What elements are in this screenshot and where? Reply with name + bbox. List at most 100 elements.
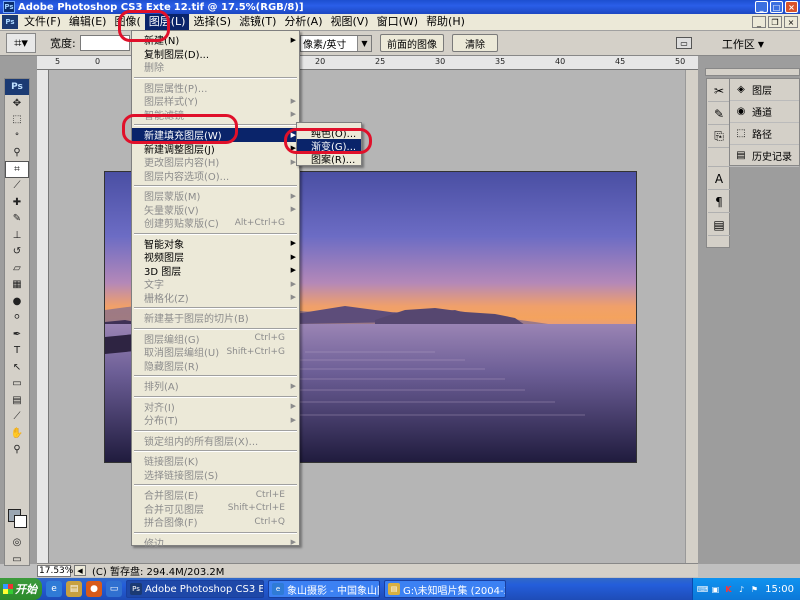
panel-layers[interactable]: ◈ 图层 [730, 79, 799, 101]
lasso-tool-icon[interactable]: ᐤ [5, 128, 29, 145]
tray-network-icon[interactable]: ▣ [710, 584, 721, 595]
clear-button[interactable]: 清除 [452, 34, 498, 52]
tools-presets-icon[interactable]: ✂ [708, 80, 730, 102]
tray-security-icon[interactable]: ⚑ [749, 584, 760, 595]
layer-menu-item[interactable]: 图层属性(P)... [132, 81, 299, 95]
layer-menu-item[interactable]: 修边 ▶ [132, 536, 299, 550]
layer-menu-item[interactable]: 智能对象 ▶ [132, 237, 299, 251]
layer-menu-item[interactable]: 合并可见图层 Shift+Ctrl+E [132, 502, 299, 516]
layer-menu-item[interactable]: 视频图层 ▶ [132, 250, 299, 265]
layer-menu-item[interactable]: 分布(T) ▶ [132, 413, 299, 428]
blur-tool-icon[interactable]: ● [5, 293, 29, 310]
menu-help[interactable]: 帮助(H) [422, 14, 469, 30]
layer-menu-item[interactable]: 隐藏图层(R) [132, 359, 299, 373]
brushes-icon[interactable]: ✎ [708, 103, 730, 125]
layer-menu-item[interactable]: 合并图层(E) Ctrl+E [132, 488, 299, 503]
doc-restore-button[interactable]: ❐ [768, 16, 782, 28]
clock[interactable]: 15:00 [765, 584, 794, 595]
app-menu-icon[interactable]: Ps [2, 15, 18, 29]
layer-menu-item[interactable]: 选择链接图层(S) [132, 468, 299, 482]
status-menu-icon[interactable]: ◀ [74, 565, 86, 576]
move-tool-icon[interactable]: ✥ [5, 95, 29, 112]
minimize-button[interactable]: _ [755, 1, 768, 13]
hand-tool-icon[interactable]: ✋ [5, 425, 29, 442]
path-selection-tool-icon[interactable]: ↖ [5, 359, 29, 376]
shape-tool-icon[interactable]: ▭ [5, 376, 29, 393]
tray-antivirus-icon[interactable]: K [723, 584, 734, 595]
gradient-tool-icon[interactable]: ▦ [5, 277, 29, 294]
layer-menu-item[interactable]: 栅格化(Z) ▶ [132, 291, 299, 305]
panel-channels[interactable]: ◉ 通道 [730, 101, 799, 123]
task-browser[interactable]: e 象山摄影 - 中国象山同... [268, 580, 380, 598]
layer-menu-item[interactable]: 拼合图像(F) Ctrl+Q [132, 515, 299, 530]
layer-comps-icon[interactable]: ▤ [708, 214, 730, 236]
brush-tool-icon[interactable]: ✎ [5, 211, 29, 228]
type-tool-icon[interactable]: T [5, 343, 29, 360]
layer-menu-item[interactable]: 文字 ▶ [132, 277, 299, 292]
healing-brush-tool-icon[interactable]: ✚ [5, 194, 29, 211]
layer-menu-item[interactable]: 图层蒙版(M) ▶ [132, 189, 299, 204]
quicklaunch-browser-icon[interactable]: e [46, 581, 62, 597]
pen-tool-icon[interactable]: ✒ [5, 326, 29, 343]
menu-filter[interactable]: 滤镜(T) [235, 14, 280, 30]
marquee-tool-icon[interactable]: ⬚ [5, 112, 29, 129]
menu-analysis[interactable]: 分析(A) [280, 14, 326, 30]
notes-tool-icon[interactable]: ▤ [5, 392, 29, 409]
tray-volume-icon[interactable]: ♪ [736, 584, 747, 595]
layer-menu-item[interactable]: 图层编组(G) Ctrl+G [132, 332, 299, 346]
background-color-swatch[interactable] [14, 515, 27, 528]
workspace-button[interactable]: 工作区 ▼ [722, 36, 764, 52]
vertical-ruler[interactable] [37, 70, 49, 563]
front-image-button[interactable]: 前面的图像 [380, 34, 444, 52]
menu-file[interactable]: 文件(F) [20, 14, 65, 30]
layer-menu-item[interactable]: 新建基于图层的切片(B) [132, 311, 299, 325]
layer-menu-item[interactable]: 排列(A) ▶ [132, 379, 299, 394]
quicklaunch-media-icon[interactable]: ● [86, 581, 102, 597]
layer-menu-item[interactable]: 取消图层编组(U) Shift+Ctrl+G [132, 345, 299, 360]
layer-menu-item[interactable]: 复制图层(D)... [132, 47, 299, 61]
dodge-tool-icon[interactable]: ⚪ [5, 310, 29, 327]
clone-stamp-tool-icon[interactable]: ⊥ [5, 227, 29, 244]
crop-tool-preset-icon[interactable]: ⌗▾ [6, 33, 36, 53]
layer-menu-item[interactable]: 锁定组内的所有图层(X)... [132, 434, 299, 448]
quicklaunch-desktop-icon[interactable]: ▭ [106, 581, 122, 597]
screen-mode-icon[interactable]: ▭ [5, 551, 29, 568]
maximize-button[interactable]: □ [770, 1, 783, 13]
layer-menu-item[interactable]: 矢量蒙版(V) ▶ [132, 203, 299, 217]
clone-source-icon[interactable]: ⎘ [708, 126, 730, 148]
close-button[interactable]: × [785, 1, 798, 13]
menu-window[interactable]: 窗口(W) [373, 14, 422, 30]
slice-tool-icon[interactable]: ⟋ [5, 178, 29, 195]
layer-menu-item[interactable]: 图层样式(Y) ▶ [132, 94, 299, 109]
menu-select[interactable]: 选择(S) [189, 14, 235, 30]
start-button[interactable]: 开始 [0, 578, 42, 600]
layer-menu-item[interactable]: 对齐(I) ▶ [132, 400, 299, 414]
doc-minimize-button[interactable]: _ [752, 16, 766, 28]
quicklaunch-explorer-icon[interactable]: ▤ [66, 581, 82, 597]
vertical-scrollbar[interactable] [685, 70, 698, 563]
task-folder[interactable]: ▤ G:\未知唱片集 (2004-3-... [384, 580, 506, 598]
task-photoshop[interactable]: Ps Adobe Photoshop CS3 E... [126, 580, 264, 598]
resolution-unit-select[interactable]: 像素/英寸 ▼ [300, 35, 372, 52]
layer-menu-item[interactable]: 删除 [132, 60, 299, 74]
menu-view[interactable]: 视图(V) [326, 14, 372, 30]
tray-lang-icon[interactable]: ⌨ [697, 584, 709, 595]
quick-mask-icon[interactable]: ◎ [5, 534, 29, 551]
layer-menu-item[interactable]: 3D 图层 ▶ [132, 264, 299, 278]
paragraph-icon[interactable]: ¶ [708, 191, 730, 213]
layer-menu-item[interactable]: 图层内容选项(O)... [132, 169, 299, 183]
character-icon[interactable]: A [708, 168, 730, 190]
history-brush-tool-icon[interactable]: ↺ [5, 244, 29, 261]
crop-tool-icon[interactable]: ⌗ [5, 161, 29, 178]
dock-header[interactable] [705, 68, 800, 76]
magic-wand-tool-icon[interactable]: ⚲ [5, 145, 29, 162]
eraser-tool-icon[interactable]: ▱ [5, 260, 29, 277]
panel-paths[interactable]: ⬚ 路径 [730, 123, 799, 145]
eyedropper-tool-icon[interactable]: ⟋ [5, 409, 29, 426]
menu-edit[interactable]: 编辑(E) [65, 14, 111, 30]
layer-menu-item[interactable]: 创建剪贴蒙版(C) Alt+Ctrl+G [132, 216, 299, 231]
zoom-tool-icon[interactable]: ⚲ [5, 442, 29, 459]
zoom-level-field[interactable]: 17.53% [37, 564, 73, 577]
panel-history[interactable]: ▤ 历史记录 [730, 145, 799, 167]
palette-well-icon[interactable]: ▭ [676, 37, 692, 49]
